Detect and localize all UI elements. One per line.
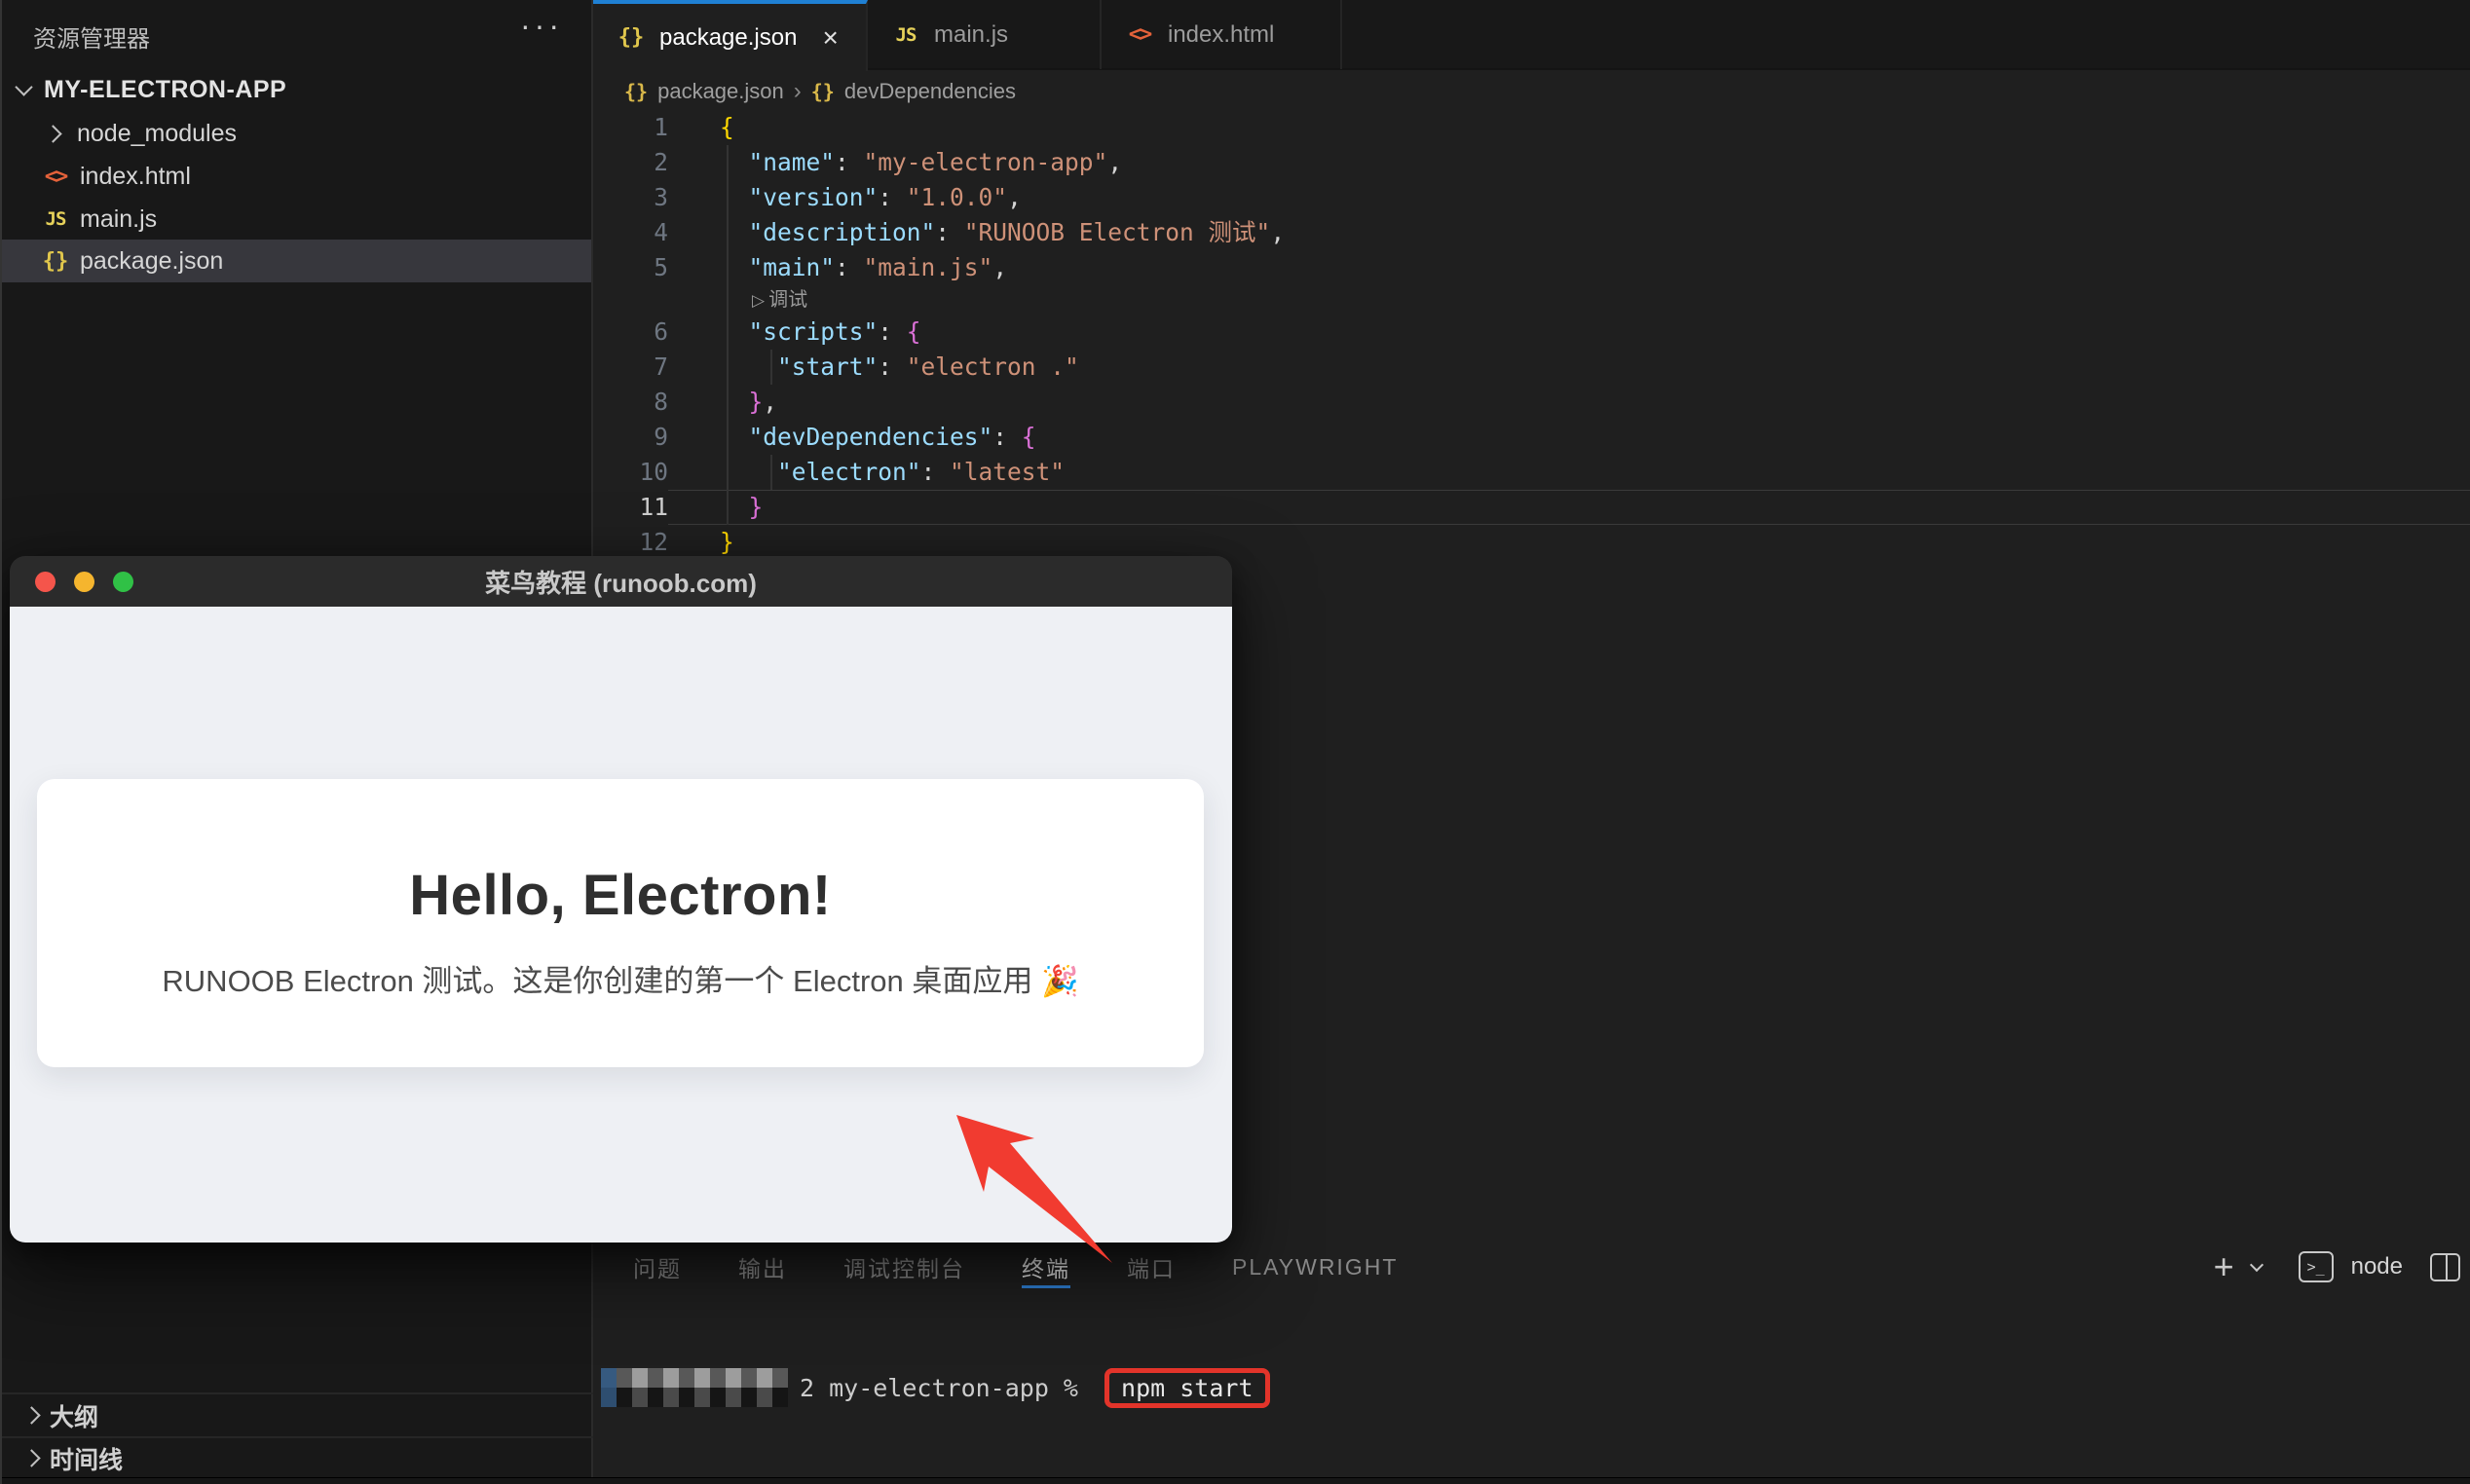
- codelens-debug[interactable]: ▷调试: [593, 285, 2470, 315]
- root-folder-label: MY-ELECTRON-APP: [44, 76, 286, 104]
- redacted-username-mosaic: [601, 1368, 788, 1407]
- hello-heading: Hello, Electron!: [37, 863, 1204, 928]
- html-icon: <>: [1123, 22, 1156, 47]
- hello-subtitle: RUNOOB Electron 测试。这是你创建的第一个 Electron 桌面…: [37, 956, 1204, 1000]
- json-icon: {}: [615, 25, 648, 50]
- js-icon: JS: [889, 24, 922, 46]
- sidebar-item-main-js[interactable]: JS main.js: [2, 198, 591, 241]
- tab-main-js[interactable]: JS main.js: [868, 0, 1102, 69]
- maximize-window-button[interactable]: [113, 572, 133, 592]
- breadcrumb: {} package.json › {} devDependencies: [624, 74, 1016, 109]
- indent-guide: [727, 145, 729, 525]
- panel-tab-bar: 问题 输出 调试控制台 终端 端口 PLAYWRIGHT: [633, 1243, 1398, 1291]
- js-icon: JS: [39, 208, 72, 230]
- line-number: 10: [593, 455, 668, 490]
- json-icon: {}: [624, 80, 648, 103]
- minimize-window-button[interactable]: [74, 572, 94, 592]
- sidebar-item-index-html[interactable]: <> index.html: [2, 155, 591, 198]
- line-number: 2: [593, 145, 668, 180]
- sidebar-item-node-modules[interactable]: node_modules: [2, 112, 591, 155]
- breadcrumb-file[interactable]: package.json: [657, 79, 784, 104]
- line-number: 3: [593, 180, 668, 215]
- code-line-4: 4 "description": "RUNOOB Electron 测试",: [593, 215, 2470, 250]
- indent-guide: [770, 455, 772, 490]
- chevron-right-icon: [22, 1406, 40, 1424]
- code-line-2: 2 "name": "my-electron-app",: [593, 145, 2470, 180]
- hello-card: Hello, Electron! RUNOOB Electron 测试。这是你创…: [37, 779, 1204, 1067]
- indent-guide: [770, 350, 772, 385]
- panel-tab-playwright[interactable]: PLAYWRIGHT: [1232, 1243, 1398, 1291]
- breadcrumb-symbol[interactable]: devDependencies: [844, 79, 1016, 104]
- line-number: 5: [593, 250, 668, 285]
- code-line-6: 6 "scripts": {: [593, 315, 2470, 350]
- line-number: 7: [593, 350, 668, 385]
- line-number: 1: [593, 110, 668, 145]
- panel-tab-problems[interactable]: 问题: [633, 1243, 682, 1291]
- json-icon: {}: [39, 249, 72, 274]
- tab-package-json[interactable]: {} package.json ×: [593, 0, 868, 71]
- window-controls: [35, 572, 133, 592]
- line-number: 12: [593, 525, 668, 560]
- tab-index-html[interactable]: <> index.html: [1102, 0, 1342, 69]
- code-line-1: 1{: [593, 110, 2470, 145]
- play-icon: ▷: [752, 291, 765, 310]
- breadcrumb-separator: ›: [794, 78, 802, 105]
- electron-window-body: Hello, Electron! RUNOOB Electron 测试。这是你创…: [10, 607, 1232, 1243]
- code-line-5: 5 "main": "main.js",: [593, 250, 2470, 285]
- line-number: 9: [593, 420, 668, 455]
- chevron-down-icon: [15, 78, 32, 95]
- electron-title-bar[interactable]: 菜鸟教程 (runoob.com): [10, 556, 1232, 607]
- electron-app-window: 菜鸟教程 (runoob.com) Hello, Electron! RUNOO…: [10, 556, 1232, 1243]
- close-window-button[interactable]: [35, 572, 56, 592]
- line-number: 8: [593, 385, 668, 420]
- terminal-view[interactable]: 2 my-electron-app % npm start > my-elect…: [601, 1312, 1270, 1484]
- terminal-prompt: 2 my-electron-app %: [800, 1374, 1093, 1402]
- panel-tab-terminal[interactable]: 终端: [1022, 1243, 1070, 1291]
- chevron-right-icon: [22, 1449, 40, 1466]
- line-number: 11: [593, 490, 668, 525]
- code-line-12: 12}: [593, 525, 2470, 560]
- code-line-11: 11 }: [593, 490, 2470, 525]
- line-number: 4: [593, 215, 668, 250]
- sidebar-item-package-json[interactable]: {} package.json: [2, 240, 591, 282]
- json-icon: {}: [811, 80, 835, 103]
- html-icon: <>: [39, 165, 72, 189]
- sidebar-section-timeline[interactable]: 时间线: [2, 1436, 593, 1480]
- terminal-prompt-line: 2 my-electron-app % npm start: [601, 1368, 1270, 1407]
- sidebar-item-root[interactable]: MY-ELECTRON-APP: [2, 68, 591, 111]
- chevron-right-icon: [44, 125, 61, 142]
- sidebar-section-outline[interactable]: 大纲: [2, 1392, 593, 1436]
- explorer-actions-icon[interactable]: ···: [520, 8, 563, 44]
- panel-actions: + >_ node: [2214, 1243, 2460, 1291]
- panel-tab-ports[interactable]: 端口: [1127, 1243, 1176, 1291]
- code-line-7: 7 "start": "electron .": [593, 350, 2470, 385]
- electron-window-title: 菜鸟教程 (runoob.com): [485, 564, 757, 600]
- editor[interactable]: 1{2 "name": "my-electron-app",3 "version…: [593, 110, 2470, 560]
- code-line-10: 10 "electron": "latest": [593, 455, 2470, 490]
- code-line-8: 8 },: [593, 385, 2470, 420]
- explorer-title: 资源管理器: [33, 19, 150, 54]
- line-number: 6: [593, 315, 668, 350]
- panel-tab-debug-console[interactable]: 调试控制台: [843, 1243, 965, 1291]
- terminal-instance-label[interactable]: node: [2351, 1253, 2403, 1280]
- split-terminal-icon[interactable]: [2430, 1253, 2460, 1281]
- panel-tab-output[interactable]: 输出: [738, 1243, 787, 1291]
- close-icon[interactable]: ×: [822, 24, 838, 52]
- npm-start-annotation-box: npm start: [1104, 1368, 1269, 1408]
- code-line-3: 3 "version": "1.0.0",: [593, 180, 2470, 215]
- new-terminal-icon[interactable]: +: [2214, 1249, 2234, 1284]
- vscode-window: 资源管理器 ··· MY-ELECTRON-APP node_modules <…: [0, 0, 2470, 1484]
- terminal-icon: >_: [2299, 1251, 2334, 1282]
- chevron-down-icon[interactable]: [2250, 1258, 2264, 1272]
- code-line-9: 9 "devDependencies": {: [593, 420, 2470, 455]
